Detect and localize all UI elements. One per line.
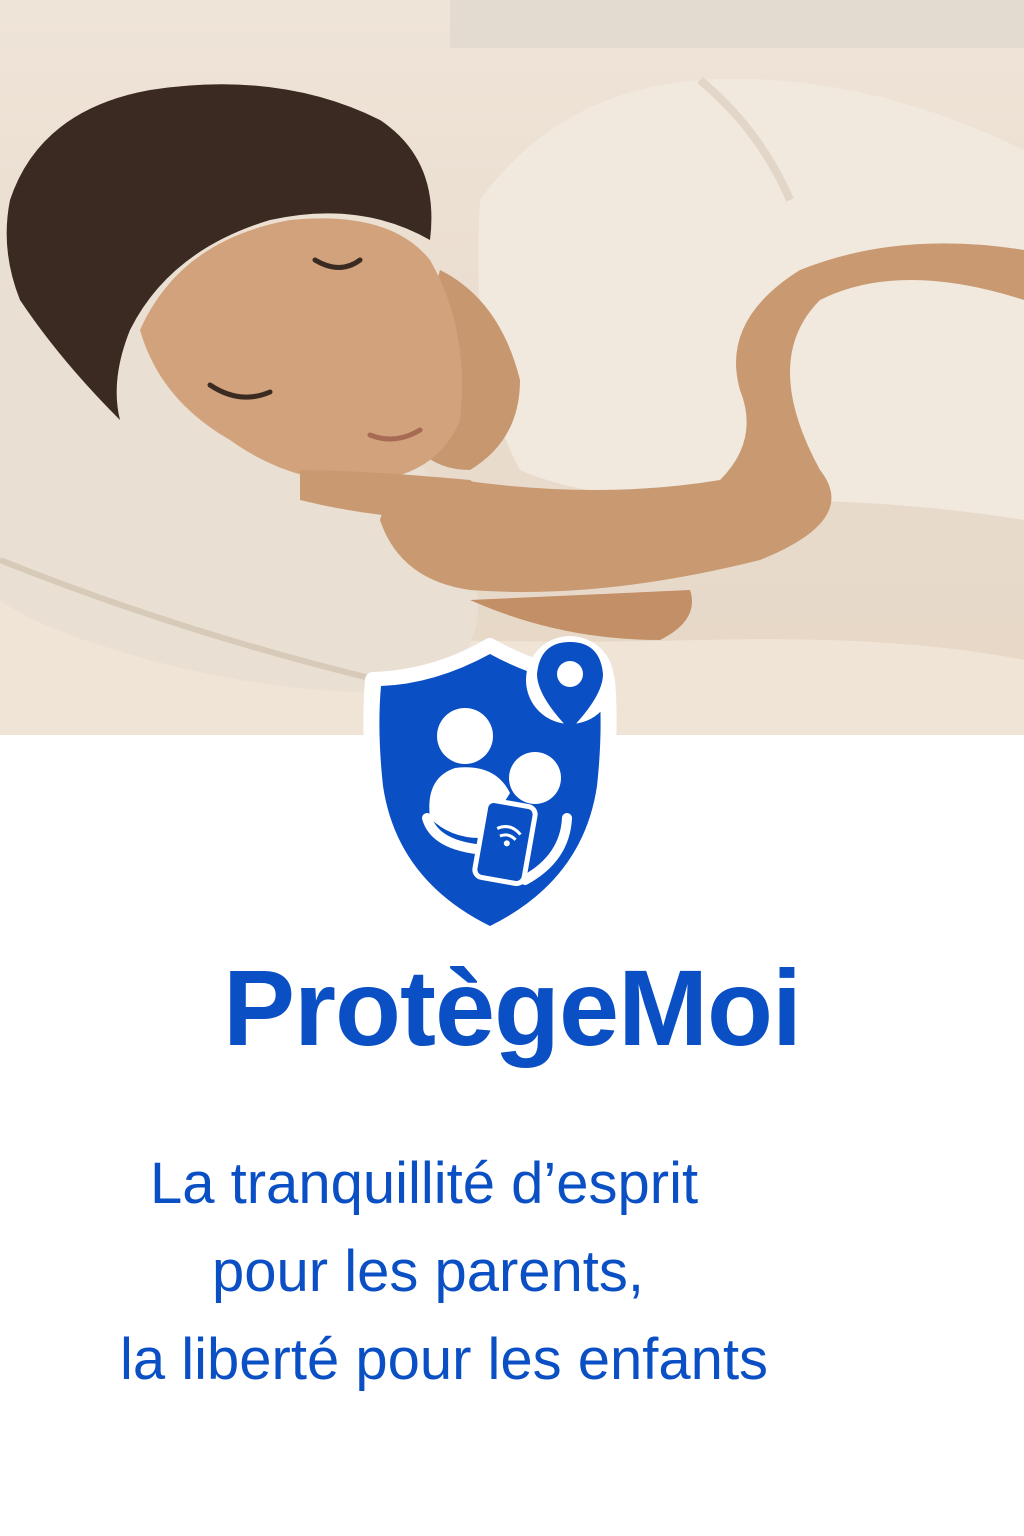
tagline-line-2: pour les parents, <box>212 1239 645 1304</box>
shield-family-location-icon <box>363 636 617 938</box>
tagline-line-3: la liberté pour les enfants <box>120 1327 769 1392</box>
tagline-line-1: La tranquillité d’esprit <box>150 1151 699 1216</box>
brand-name: ProtègeMoi <box>222 947 802 1068</box>
tagline: La tranquillité d’esprit pour les parent… <box>0 1140 1024 1404</box>
window-light <box>450 0 1024 48</box>
